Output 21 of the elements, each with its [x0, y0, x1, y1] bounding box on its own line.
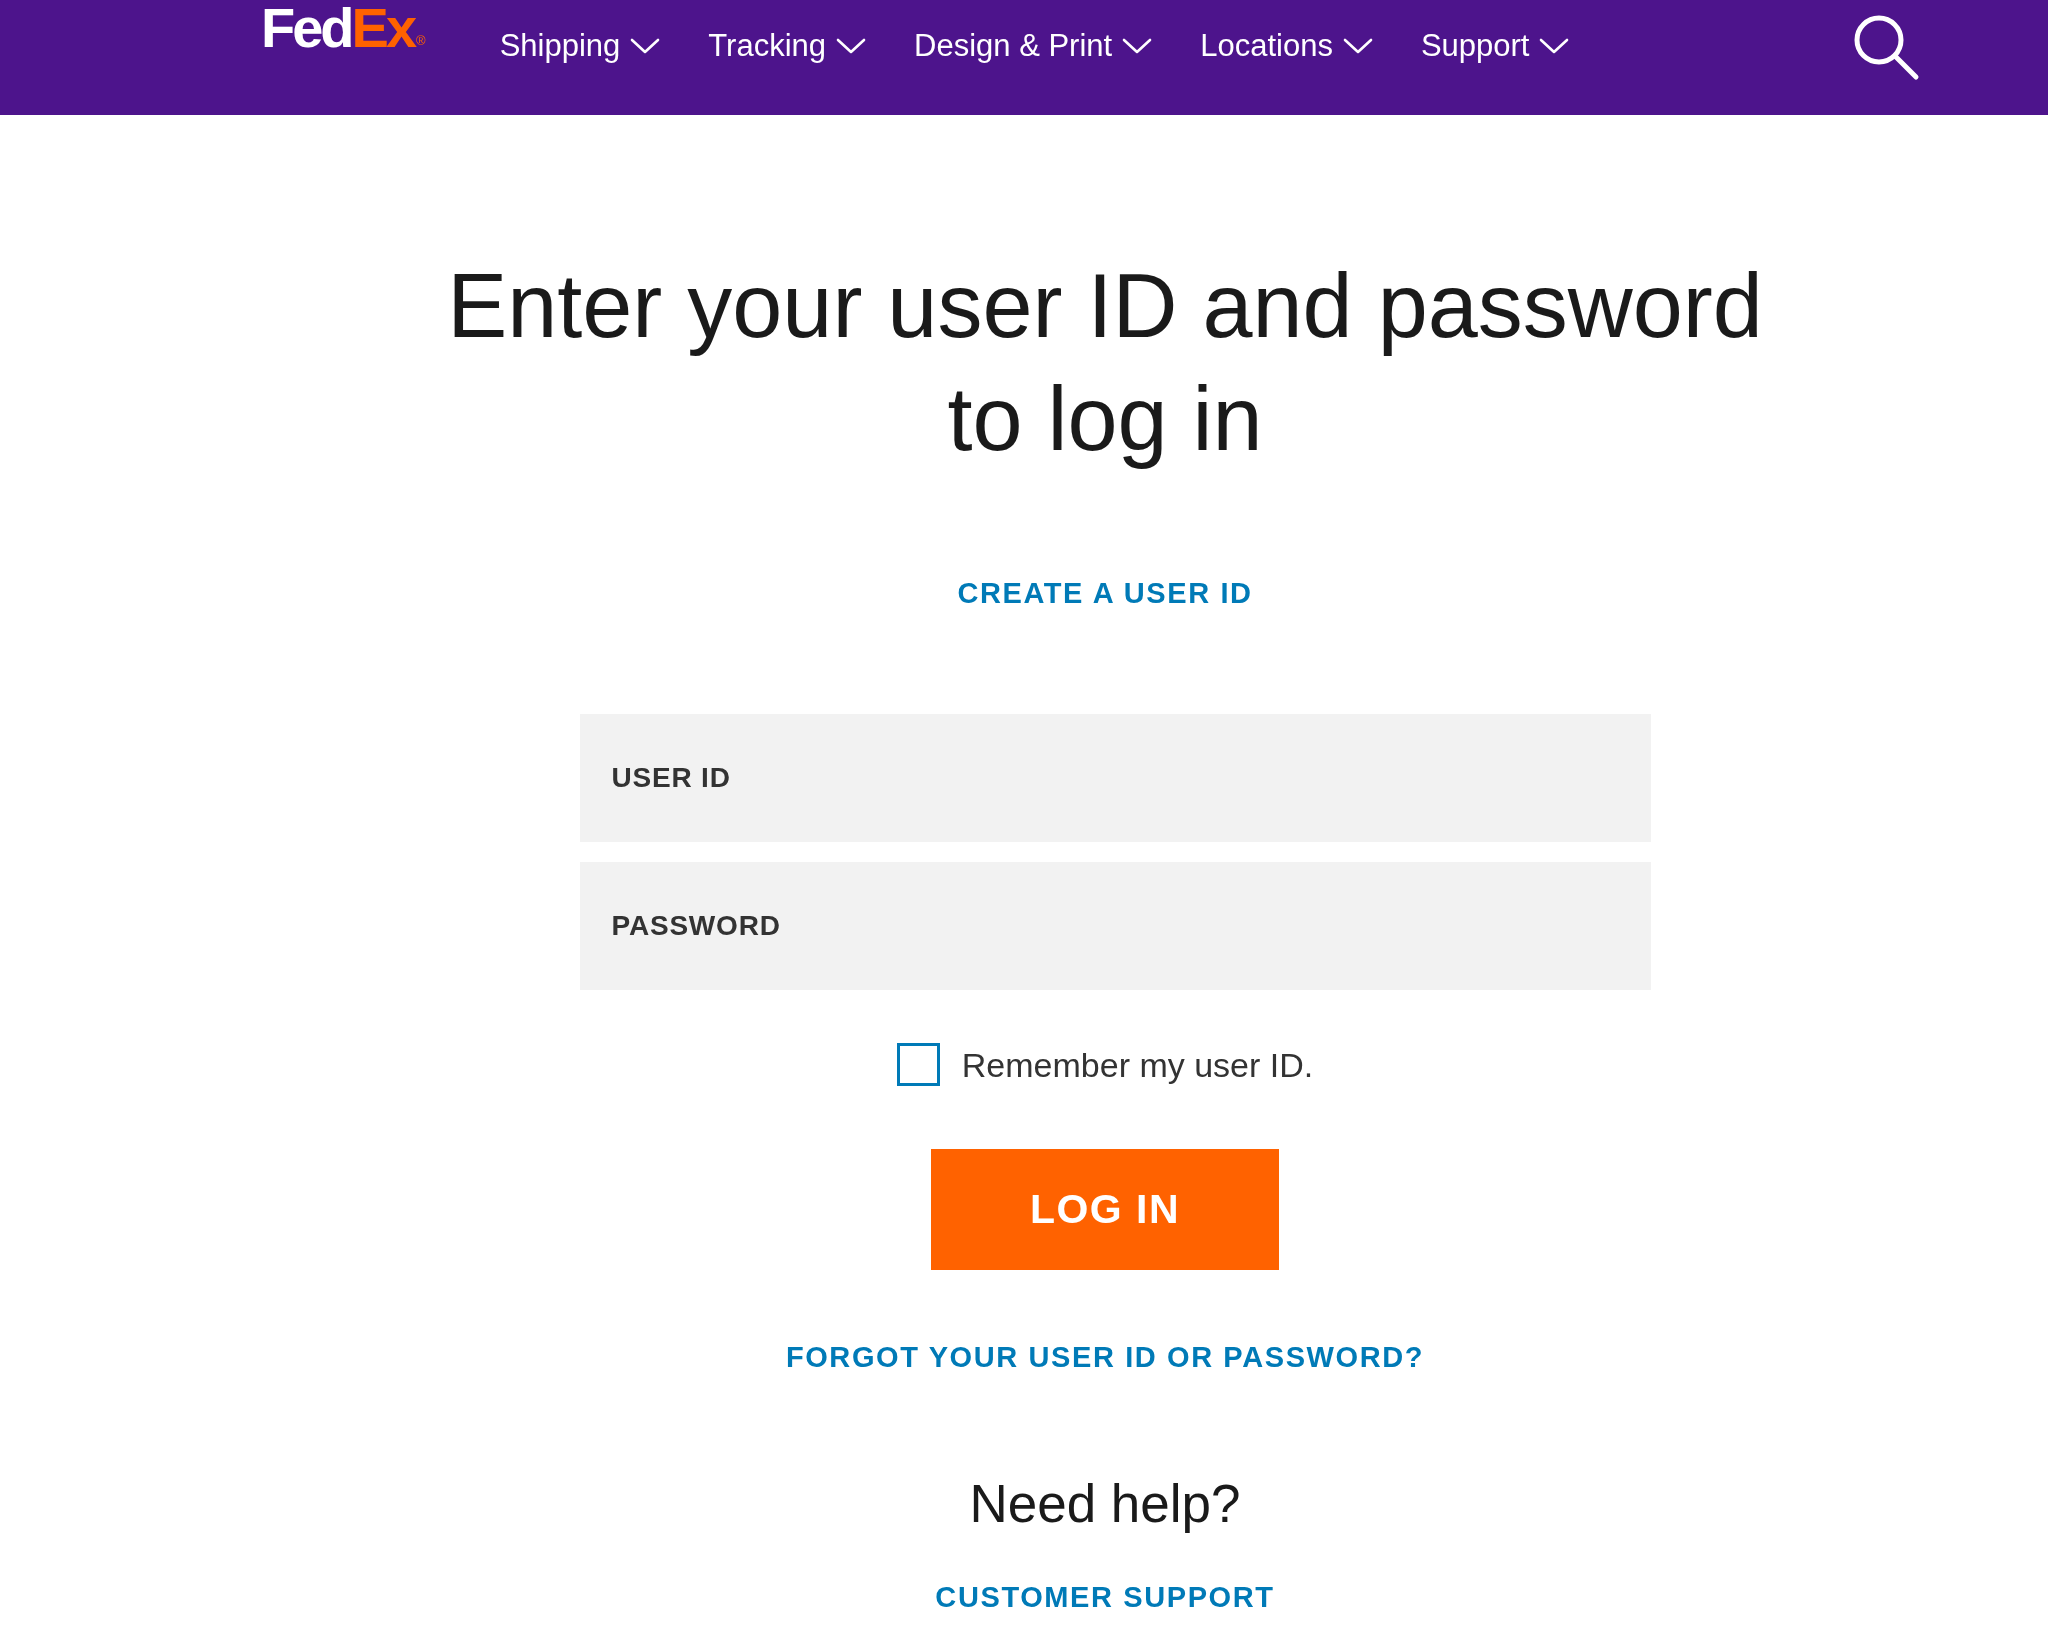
nav-menu-item[interactable]: Locations: [1200, 26, 1373, 66]
password-field[interactable]: PASSWORD: [579, 862, 1651, 990]
nav-menu-item[interactable]: Support: [1420, 26, 1570, 66]
nav-menu-item[interactable]: Tracking: [708, 26, 867, 66]
remember-label: Remember my user ID.: [961, 1044, 1314, 1086]
chevron-down-icon: [1342, 38, 1373, 54]
chevron-down-icon: [836, 38, 867, 54]
search-icon[interactable]: [1852, 13, 1920, 81]
create-user-id-link[interactable]: CREATE A USER ID: [957, 576, 1253, 610]
logo[interactable]: FedEx®: [261, 0, 426, 56]
page-heading: Enter your user ID and password to log in: [446, 255, 1764, 471]
chevron-down-icon: [1122, 38, 1153, 54]
forgot-credentials-link[interactable]: FORGOT YOUR USER ID OR PASSWORD?: [785, 1340, 1425, 1374]
nav-menu-item[interactable]: Design & Print: [914, 26, 1153, 66]
chevron-down-icon: [1539, 38, 1570, 54]
remember-checkbox[interactable]: [896, 1043, 940, 1086]
help-heading: Need help?: [969, 1474, 1241, 1534]
customer-support-link[interactable]: CUSTOMER SUPPORT: [935, 1580, 1275, 1614]
chevron-down-icon: [630, 38, 661, 54]
nav-menu-item[interactable]: Shipping: [499, 26, 661, 66]
user-id-field[interactable]: USER ID: [579, 714, 1651, 842]
